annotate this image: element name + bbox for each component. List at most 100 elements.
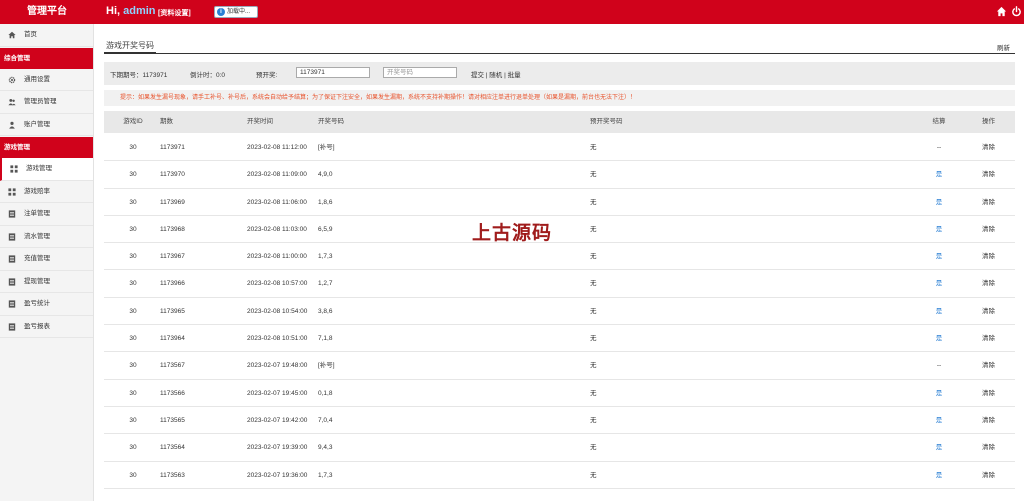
cell-time: 2023-02-08 11:06:00 (247, 198, 307, 206)
sidebar-item-settings[interactable]: 通用设置 (0, 69, 93, 91)
clear-button[interactable]: 清除 (982, 380, 995, 406)
cell-number: 1,2,7 (318, 280, 333, 288)
cell-issue: 1173566 (160, 389, 185, 397)
refresh-link[interactable]: 刷新 (997, 42, 1010, 52)
next-issue-label: 下期期号：1173971 (110, 72, 168, 79)
list-icon (8, 255, 16, 263)
cell-preset: 无 (590, 362, 597, 370)
sidebar-item-game-odds[interactable]: 游戏赔率 (0, 181, 93, 203)
col-header-action: 操作 (982, 118, 995, 125)
col-header-issue: 期数 (160, 118, 173, 125)
sidebar-section-games: 游戏管理 (0, 137, 93, 158)
sidebar-item-label: 注单管理 (24, 210, 50, 217)
sidebar-item-game-management[interactable]: 游戏管理 (0, 158, 93, 181)
settle-link[interactable]: 是 (928, 216, 950, 242)
action-links[interactable]: 提交 | 随机 | 批量 (471, 69, 521, 79)
settle-link[interactable]: 是 (928, 270, 950, 296)
cell-preset: 无 (590, 416, 597, 424)
cell-preset: 无 (590, 471, 597, 479)
sidebar-item-label: 账户管理 (24, 120, 50, 128)
sidebar-item-label: 提现管理 (24, 277, 50, 285)
info-icon: i (217, 8, 225, 16)
clear-button[interactable]: 清除 (982, 270, 995, 296)
sidebar-section-general: 综合管理 (0, 47, 93, 69)
cell-time: 2023-02-07 19:39:00 (247, 444, 308, 452)
sidebar-item-home[interactable]: 首页 (0, 24, 93, 47)
clear-button[interactable]: 清除 (982, 325, 995, 351)
table-row: 30 1173564 2023-02-07 19:39:00 9,4,3 无 是… (104, 434, 1015, 462)
cell-game-id: 30 (129, 416, 137, 424)
settle-link[interactable]: 是 (928, 380, 950, 406)
cell-game-id: 30 (129, 389, 137, 397)
home-icon[interactable] (996, 6, 1007, 17)
cell-number: 4,9,0 (318, 171, 333, 179)
clear-button[interactable]: 清除 (982, 216, 995, 242)
clear-button[interactable]: 清除 (982, 134, 995, 160)
tab-lottery-numbers[interactable]: 游戏开奖号码 (104, 38, 156, 54)
top-bar: 管理平台 Hi, admin [资料设置] i 加载中... (0, 0, 1024, 24)
settle-link[interactable]: 是 (928, 298, 950, 324)
home-icon (8, 31, 16, 39)
loading-indicator: i 加载中... (214, 6, 258, 18)
settle-link[interactable]: 是 (928, 189, 950, 215)
cell-number: 3,8,6 (318, 307, 333, 315)
cell-game-id: 30 (129, 307, 137, 315)
issue-input[interactable]: 1173971 (296, 67, 370, 78)
settle-link[interactable]: 是 (928, 462, 950, 488)
cell-time: 2023-02-08 10:57:00 (247, 280, 308, 288)
clear-button[interactable]: 清除 (982, 407, 995, 433)
col-header-settle: 结算 (932, 118, 946, 125)
sidebar-item-pl-stats[interactable]: 盈亏统计 (0, 293, 93, 316)
cell-time: 2023-02-08 11:03:00 (247, 225, 307, 233)
gear-icon (8, 76, 16, 83)
sidebar-item-accounts[interactable]: 账户管理 (0, 114, 93, 136)
cell-preset: 无 (590, 253, 597, 261)
sidebar-item-admins[interactable]: 管理员管理 (0, 91, 93, 114)
list-icon (8, 300, 16, 308)
clear-button[interactable]: 清除 (982, 462, 995, 488)
cell-time: 2023-02-08 11:12:00 (247, 144, 307, 151)
clear-button[interactable]: 清除 (982, 298, 995, 324)
clear-button[interactable]: 清除 (982, 243, 995, 269)
preset-label: 预开奖: (256, 72, 278, 79)
cell-number[interactable]: [补号] (318, 134, 335, 160)
settle-link[interactable]: 是 (928, 161, 950, 187)
cell-issue: 1173966 (160, 280, 185, 288)
sidebar-item-pl-report[interactable]: 盈亏报表 (0, 316, 93, 338)
greeting: Hi, admin (106, 5, 156, 17)
clear-button[interactable]: 清除 (982, 161, 995, 187)
cell-time: 2023-02-08 10:54:00 (247, 307, 308, 315)
settle-link[interactable]: 是 (928, 434, 950, 460)
profile-settings-link[interactable]: [资料设置] (158, 8, 191, 18)
number-input[interactable]: 开奖号码 (383, 67, 457, 78)
notice-banner: 提示：如果发生漏号现象，请手工补号、补号后，系统会自动给予结算；为了保证下注安全… (104, 90, 1015, 106)
power-icon[interactable] (1011, 6, 1022, 17)
sidebar-item-flow[interactable]: 流水管理 (0, 226, 93, 248)
cell-time: 2023-02-07 19:48:00 (247, 362, 308, 370)
settle-link[interactable]: 是 (928, 407, 950, 433)
cell-preset: 无 (590, 307, 597, 315)
settle-link[interactable]: 是 (928, 243, 950, 269)
cell-time: 2023-02-07 19:36:00 (247, 471, 308, 479)
col-header-number: 开奖号码 (318, 118, 344, 125)
sidebar-item-withdraw[interactable]: 提现管理 (0, 271, 93, 293)
sidebar-item-label: 盈亏报表 (24, 322, 50, 330)
clear-button[interactable]: 清除 (982, 189, 995, 215)
users-icon (8, 98, 16, 106)
col-header-game-id: 游戏ID (123, 118, 143, 125)
settle-link[interactable]: 是 (928, 325, 950, 351)
cell-game-id: 30 (129, 280, 137, 288)
cell-number[interactable]: [补号] (318, 352, 335, 378)
cell-time: 2023-02-07 19:42:00 (247, 416, 308, 424)
cell-settle: -- (936, 362, 942, 370)
cell-number: 0,1,8 (318, 389, 333, 397)
greeting-text: Hi, (106, 5, 121, 17)
cell-game-id: 30 (129, 253, 137, 261)
sidebar-item-bets[interactable]: 注单管理 (0, 203, 93, 226)
sidebar-item-recharge[interactable]: 充值管理 (0, 248, 93, 271)
clear-button[interactable]: 清除 (982, 434, 995, 460)
clear-button[interactable]: 清除 (982, 352, 995, 378)
cell-game-id: 30 (129, 198, 137, 206)
list-icon (8, 210, 16, 218)
cell-number: 1,7,3 (318, 253, 333, 261)
